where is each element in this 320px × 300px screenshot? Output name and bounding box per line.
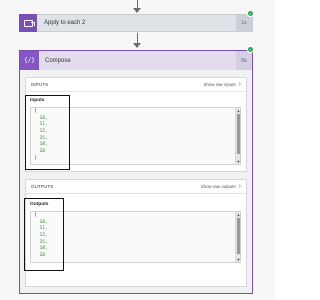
code-line: [ xyxy=(34,213,37,218)
loop-icon xyxy=(19,14,37,32)
inputs-section-label: INPUTS xyxy=(31,82,49,87)
outputs-highlight-box xyxy=(24,198,64,271)
connector-arrow-middle xyxy=(133,43,141,48)
flow-canvas: Apply to each 2 1s ✓ {/} Compose 0s INPU… xyxy=(0,0,275,300)
show-raw-outputs-link[interactable]: Show raw outputs xyxy=(201,184,236,189)
code-line: 18, xyxy=(34,246,48,252)
outputs-scrollbar[interactable]: ▲ ▼ xyxy=(235,212,240,262)
inputs-scrollbar[interactable]: ▲ ▼ xyxy=(235,108,240,164)
apply-to-each-title: Apply to each 2 xyxy=(44,20,86,26)
code-line: 11, xyxy=(34,226,48,232)
connector-arrow-top xyxy=(133,8,141,13)
scroll-down-icon[interactable]: ▼ xyxy=(236,257,241,262)
scroll-up-icon[interactable]: ▲ xyxy=(236,212,241,217)
outputs-scroll-thumb[interactable] xyxy=(237,218,240,254)
inputs-section-header: INPUTS Show raw inputs › xyxy=(26,78,246,92)
outputs-section-header: OUTPUTS Show raw outputs › xyxy=(26,180,246,194)
scroll-down-icon[interactable]: ▼ xyxy=(236,159,241,164)
inputs-highlight-box xyxy=(25,95,70,170)
braces-icon: {/} xyxy=(20,51,39,70)
chevron-right-icon[interactable]: › xyxy=(239,81,241,88)
apply-to-each-card[interactable]: Apply to each 2 1s xyxy=(19,14,253,32)
code-line: 12, xyxy=(34,233,48,239)
code-line: 20 xyxy=(34,253,46,259)
apply-to-each-duration: 1s xyxy=(236,15,252,31)
compose-title: Compose xyxy=(45,57,71,64)
code-line: 15, xyxy=(34,239,48,245)
show-raw-inputs-link[interactable]: Show raw inputs xyxy=(203,82,235,87)
chevron-right-icon[interactable]: › xyxy=(239,183,241,190)
scroll-up-icon[interactable]: ▲ xyxy=(236,108,241,113)
compose-header[interactable]: {/} Compose 0s xyxy=(20,51,252,70)
compose-duration: 0s xyxy=(236,51,252,70)
outputs-section-label: OUTPUTS xyxy=(31,184,54,189)
check-icon: ✓ xyxy=(247,10,254,17)
check-icon: ✓ xyxy=(247,46,254,53)
inputs-scroll-thumb[interactable] xyxy=(237,114,240,154)
code-line: 10, xyxy=(34,219,48,225)
